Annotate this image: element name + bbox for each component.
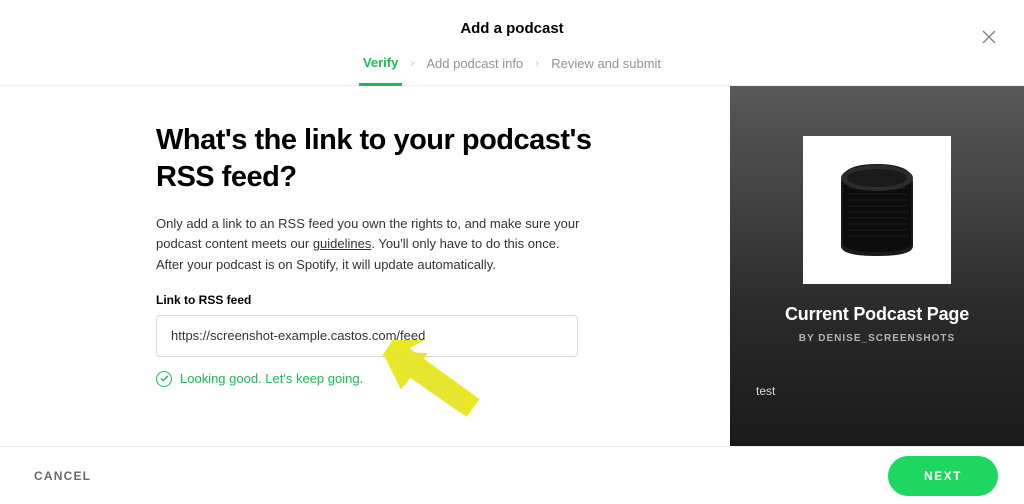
microphone-shield-image <box>821 154 933 266</box>
modal-footer: CANCEL NEXT <box>0 446 1024 504</box>
guidelines-link[interactable]: guidelines <box>313 236 372 251</box>
step-verify[interactable]: Verify <box>359 49 402 86</box>
modal-header: Add a podcast Verify › Add podcast info … <box>0 0 1024 86</box>
modal-content: What's the link to your podcast's RSS fe… <box>0 86 1024 466</box>
close-icon <box>980 28 998 46</box>
podcast-note: test <box>756 384 775 398</box>
preview-panel: Current Podcast Page BY DENISE_SCREENSHO… <box>730 86 1024 466</box>
step-add-info: Add podcast info <box>422 50 527 77</box>
close-button[interactable] <box>980 28 998 46</box>
validation-message: Looking good. Let's keep going. <box>180 371 363 386</box>
check-circle-icon <box>156 371 172 387</box>
podcast-artwork <box>803 136 951 284</box>
validation-row: Looking good. Let's keep going. <box>156 371 690 387</box>
rss-input-label: Link to RSS feed <box>156 293 690 307</box>
chevron-right-icon: › <box>535 56 539 70</box>
form-heading: What's the link to your podcast's RSS fe… <box>156 122 606 196</box>
form-description: Only add a link to an RSS feed you own t… <box>156 214 586 274</box>
step-indicator: Verify › Add podcast info › Review and s… <box>0 49 1024 86</box>
rss-feed-input[interactable] <box>156 315 578 357</box>
cancel-button[interactable]: CANCEL <box>34 469 91 483</box>
podcast-author: BY DENISE_SCREENSHOTS <box>799 333 955 344</box>
modal-title: Add a podcast <box>0 20 1024 37</box>
next-button[interactable]: NEXT <box>888 456 998 496</box>
step-review: Review and submit <box>547 50 665 77</box>
form-panel: What's the link to your podcast's RSS fe… <box>0 86 730 466</box>
chevron-right-icon: › <box>410 56 414 70</box>
podcast-title: Current Podcast Page <box>785 304 969 325</box>
